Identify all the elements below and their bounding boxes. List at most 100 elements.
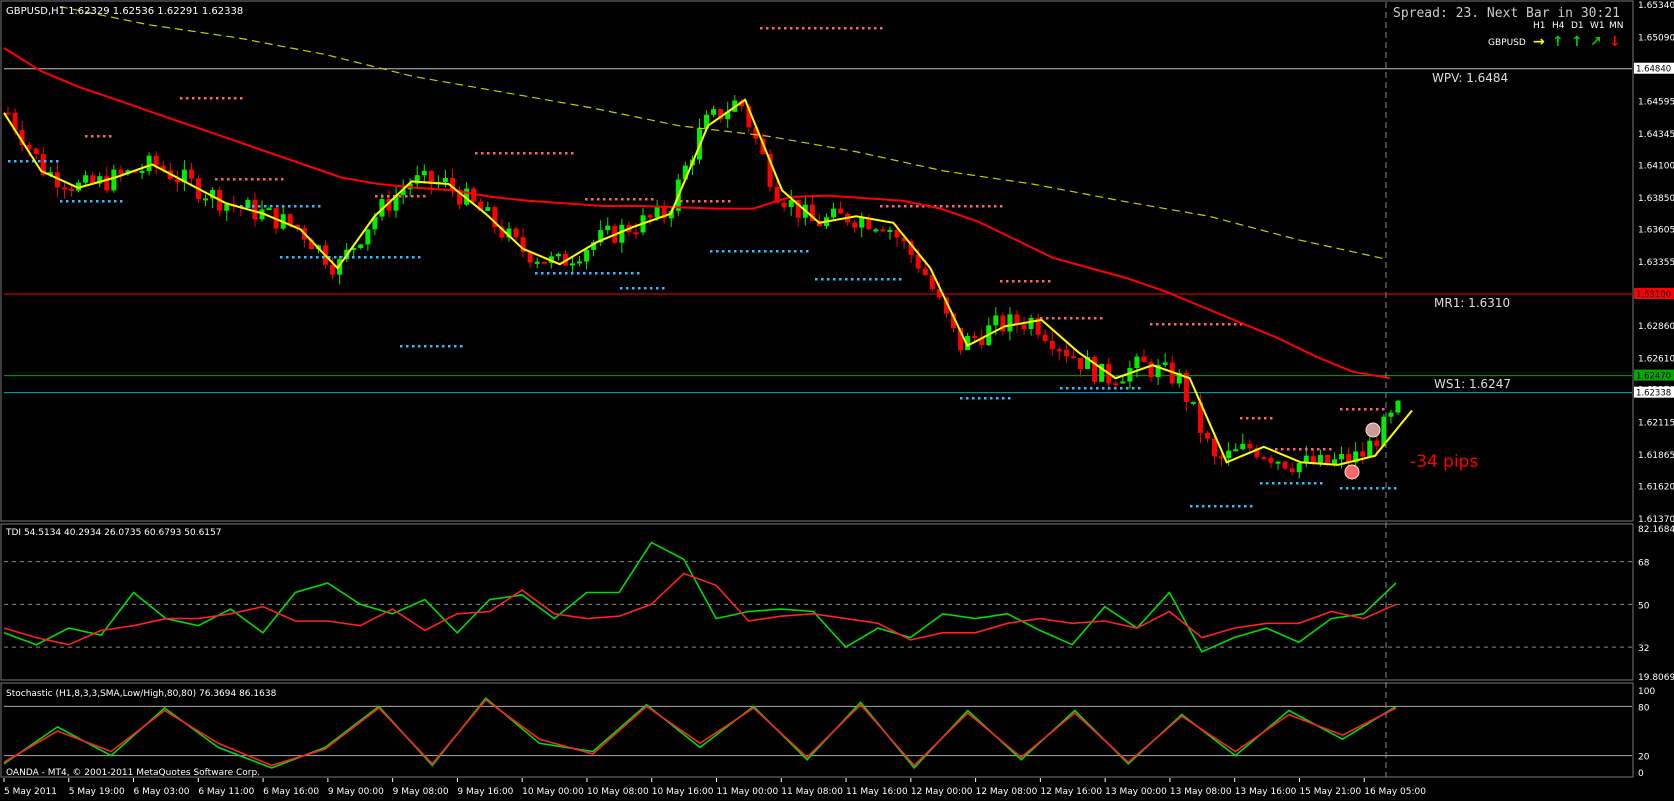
sr-dot [1100, 317, 1103, 320]
sr-dot [1000, 280, 1003, 283]
sr-dot [1088, 317, 1091, 320]
sr-dot [375, 195, 378, 198]
sr-dot [790, 27, 793, 30]
sr-dot [800, 250, 803, 253]
copyright-text: OANDA - MT4, © 2001-2011 MetaQuotes Soft… [6, 768, 260, 778]
trend-timeframe: MN [1609, 21, 1624, 31]
mt4-chart-window[interactable]: 82.1684 68 50 32 19.8069 100 80 20 0 1.65340 1.65… [0, 0, 1674, 797]
sr-dot [782, 250, 785, 253]
candle-body [146, 155, 152, 171]
sr-dot [1030, 280, 1033, 283]
time-tick: 5 May 2011 [4, 787, 57, 797]
sr-dot [680, 200, 683, 203]
sr-dot [228, 97, 231, 100]
sr-dot [1376, 487, 1379, 490]
sr-dot [1228, 323, 1231, 326]
tdi-panel-frame [0, 523, 1634, 681]
sr-dot [603, 198, 606, 201]
stochastic-label: Stochastic (H1,8,3,3,SMA,Low/High,80,80)… [6, 689, 277, 699]
sr-dot [621, 198, 624, 201]
sr-dot [1275, 448, 1278, 451]
sr-dot [644, 287, 647, 290]
candle-body [69, 188, 75, 191]
sr-dot [535, 272, 538, 275]
trend-panel: GBPUSD H1 H4 D1 W1 MN → ↑ ↑ ↗ ↓ [1488, 21, 1624, 50]
time-tick: 6 May 11:00 [198, 787, 254, 797]
sr-dot [292, 256, 295, 259]
sr-dot [90, 200, 93, 203]
sr-dot [1314, 482, 1317, 485]
sr-dot [862, 27, 865, 30]
sr-dot [1102, 387, 1105, 390]
sr-dot [304, 256, 307, 259]
sr-dot [1192, 323, 1195, 326]
sr-dot [716, 200, 719, 203]
sr-dot [553, 152, 556, 155]
sr-dot [1052, 317, 1055, 320]
sr-dot [874, 27, 877, 30]
candle-body [365, 229, 371, 245]
sr-dot [559, 152, 562, 155]
sr-dot [108, 200, 111, 203]
sr-dot [916, 205, 919, 208]
sr-dot [940, 205, 943, 208]
candle-body [1240, 443, 1246, 450]
candle-body [1007, 314, 1013, 332]
candle-body [1162, 362, 1168, 365]
sr-dot [868, 27, 871, 30]
sr-dot [442, 345, 445, 348]
sr-dot [215, 178, 218, 181]
price-marker-label: 1.62470 [1636, 372, 1671, 382]
sr-dot [770, 250, 773, 253]
candle-body [1339, 454, 1345, 460]
sr-dot [704, 200, 707, 203]
price-tick: 1.61620 [1638, 483, 1674, 493]
time-tick: 13 May 00:00 [1105, 787, 1167, 797]
sr-dot [66, 200, 69, 203]
sr-dot [1370, 408, 1373, 411]
sr-dot [316, 256, 319, 259]
candle-body [1070, 356, 1076, 359]
candle-body [224, 204, 230, 211]
sr-dot [1132, 387, 1135, 390]
sr-dot [1302, 482, 1305, 485]
sr-dot [1216, 323, 1219, 326]
wpv-label: WPV: 1.6484 [1432, 71, 1508, 85]
sr-dot [585, 198, 588, 201]
chart-canvas[interactable]: 82.1684 68 50 32 19.8069 100 80 20 0 1.65340 1.65… [0, 0, 1674, 797]
time-tick: 9 May 08:00 [393, 787, 449, 797]
sr-dot [370, 256, 373, 259]
sr-dot [1204, 323, 1207, 326]
sr-dot [1076, 317, 1079, 320]
candle-body [421, 170, 427, 176]
candle-body [83, 175, 89, 183]
candle-body [1374, 440, 1380, 447]
price-tick: 1.62860 [1638, 322, 1674, 332]
candle-body [1204, 432, 1210, 439]
sr-dot [436, 345, 439, 348]
sr-dot [1323, 448, 1326, 451]
trade-entry-marker [1365, 422, 1381, 438]
sr-dot [263, 178, 266, 181]
sr-dot [1002, 397, 1005, 400]
sr-dot [399, 195, 402, 198]
sr-dot [1352, 487, 1355, 490]
sr-dot [984, 397, 987, 400]
sr-dot [832, 27, 835, 30]
sr-dot [1346, 487, 1349, 490]
candle-body [1212, 438, 1218, 457]
sr-dot [1078, 387, 1081, 390]
sr-dot [1388, 487, 1391, 490]
sr-dot [639, 198, 642, 201]
sr-dot [692, 200, 695, 203]
sr-dot [234, 97, 237, 100]
time-tick: 12 May 00:00 [911, 787, 973, 797]
sr-dot [294, 205, 297, 208]
time-tick: 11 May 16:00 [846, 787, 908, 797]
stoch-level-label: 80 [1638, 703, 1650, 713]
candle-body [1282, 461, 1288, 469]
sr-dot [698, 200, 701, 203]
sr-dot [1272, 482, 1275, 485]
candle-body [203, 198, 209, 201]
sr-dot [300, 205, 303, 208]
